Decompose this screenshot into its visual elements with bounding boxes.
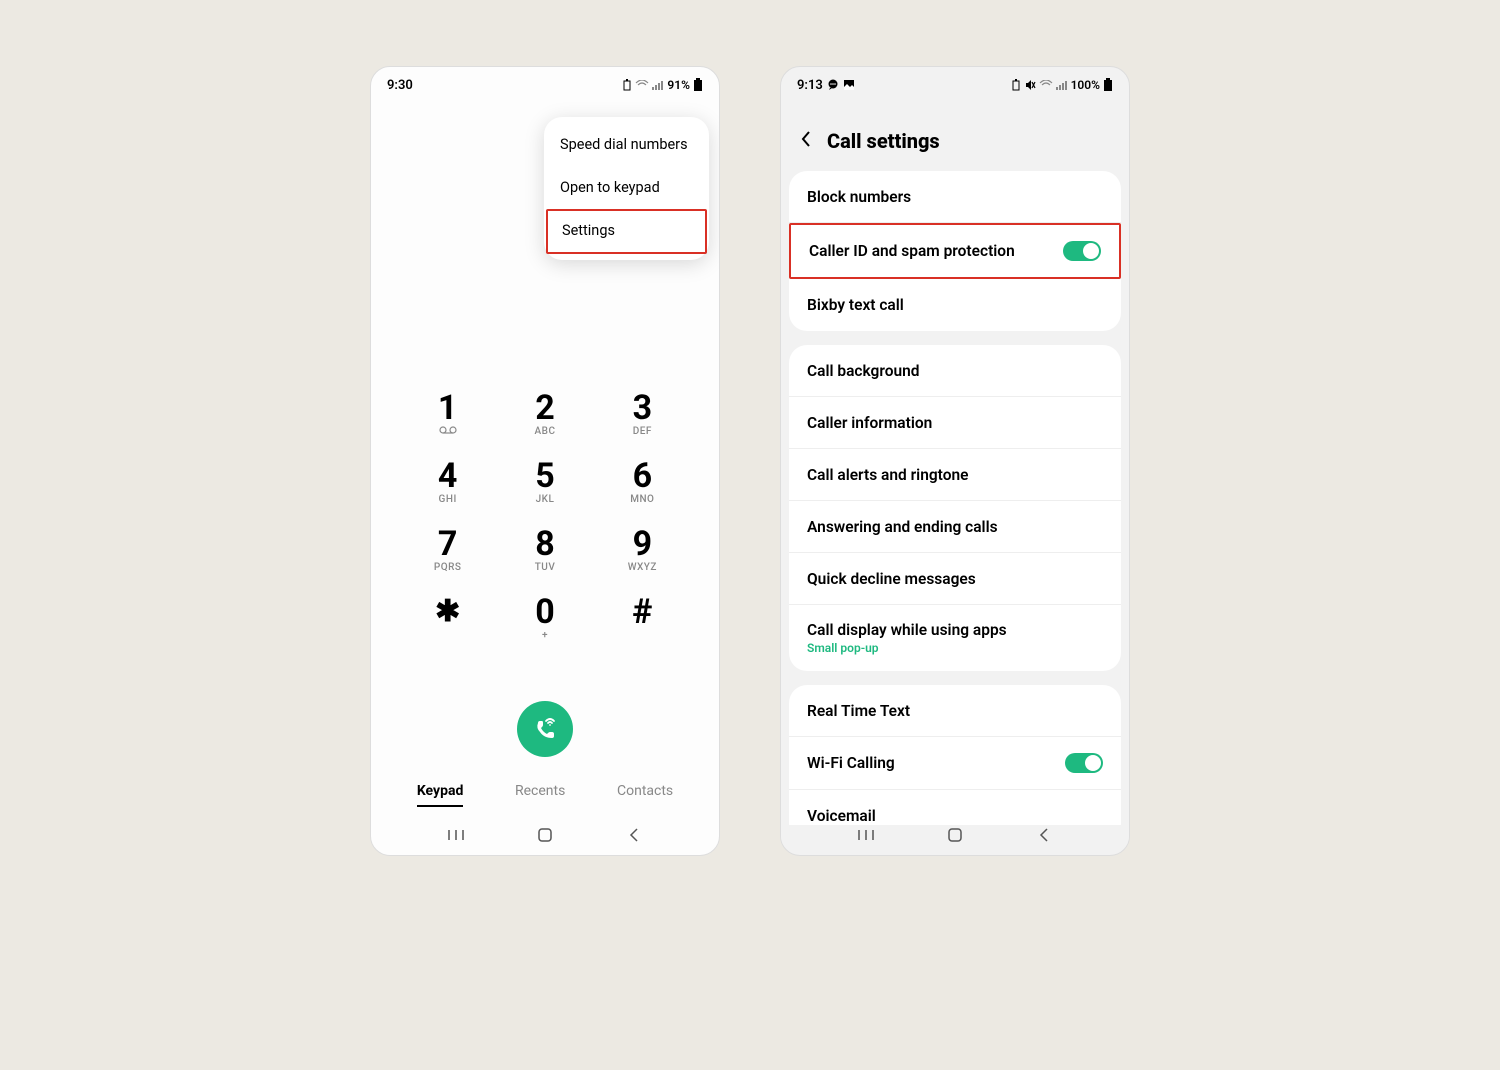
setting-quick-decline[interactable]: Quick decline messages: [789, 553, 1121, 605]
tab-recents[interactable]: Recents: [515, 777, 565, 807]
settings-section-3: Real Time Text Wi-Fi Calling Voicemail: [789, 685, 1121, 842]
wifi-icon: [635, 80, 649, 90]
battery-percent: 100%: [1071, 78, 1100, 92]
system-navbar: [781, 825, 1129, 845]
phone-wifi-icon: [531, 715, 559, 743]
key-3[interactable]: 3DEF: [594, 391, 691, 437]
dialer-keypad: 1 2ABC 3DEF 4GHI 5JKL 6MNO 7PQRS 8TUV 9W…: [371, 391, 719, 641]
mute-icon: [1024, 79, 1036, 91]
message-icon: [827, 79, 839, 91]
key-8[interactable]: 8TUV: [496, 527, 593, 573]
setting-block-numbers[interactable]: Block numbers: [789, 171, 1121, 223]
settings-section-2: Call background Caller information Call …: [789, 345, 1121, 671]
back-button[interactable]: [799, 130, 813, 152]
phone-dialer-screen: 9:30 91% Speed dial numbers Open to keyp…: [370, 66, 720, 856]
tab-keypad[interactable]: Keypad: [417, 777, 464, 807]
phone-settings-screen: 9:13 100% Call settings Block numbers Ca…: [780, 66, 1130, 856]
setting-subtext: Small pop-up: [807, 641, 1007, 655]
status-icons: 91%: [622, 78, 703, 92]
signal-icon: [1056, 80, 1068, 90]
setting-answering-ending[interactable]: Answering and ending calls: [789, 501, 1121, 553]
nav-back-icon[interactable]: [624, 825, 644, 845]
setting-bixby-text-call[interactable]: Bixby text call: [789, 279, 1121, 331]
key-5[interactable]: 5JKL: [496, 459, 593, 505]
nav-home-icon[interactable]: [535, 825, 555, 845]
call-button[interactable]: [517, 701, 573, 757]
system-navbar: [371, 825, 719, 845]
wifi-icon: [1039, 80, 1053, 90]
setting-call-alerts-ringtone[interactable]: Call alerts and ringtone: [789, 449, 1121, 501]
battery-saver-icon: [1011, 79, 1021, 91]
setting-real-time-text[interactable]: Real Time Text: [789, 685, 1121, 737]
settings-section-1: Block numbers Caller ID and spam protect…: [789, 171, 1121, 331]
key-star[interactable]: ✱: [399, 595, 496, 641]
key-0[interactable]: 0+: [496, 595, 593, 641]
toggle-wifi-calling[interactable]: [1065, 753, 1103, 773]
signal-icon: [652, 80, 664, 90]
nav-recents-icon[interactable]: [446, 825, 466, 845]
key-7[interactable]: 7PQRS: [399, 527, 496, 573]
page-title: Call settings: [827, 129, 940, 153]
tab-contacts[interactable]: Contacts: [617, 777, 673, 807]
setting-caller-information[interactable]: Caller information: [789, 397, 1121, 449]
setting-caller-id-spam[interactable]: Caller ID and spam protection: [789, 223, 1121, 279]
chevron-left-icon: [799, 130, 813, 148]
setting-wifi-calling[interactable]: Wi-Fi Calling: [789, 737, 1121, 790]
nav-back-icon[interactable]: [1034, 825, 1054, 845]
voicemail-icon: [439, 426, 457, 437]
key-hash[interactable]: #: [594, 595, 691, 641]
setting-call-background[interactable]: Call background: [789, 345, 1121, 397]
settings-header: Call settings: [781, 99, 1129, 171]
menu-speed-dial[interactable]: Speed dial numbers: [544, 123, 709, 166]
image-icon: [843, 79, 855, 91]
toggle-caller-id[interactable]: [1063, 241, 1101, 261]
key-2[interactable]: 2ABC: [496, 391, 593, 437]
battery-icon: [693, 78, 703, 92]
key-9[interactable]: 9WXYZ: [594, 527, 691, 573]
status-time: 9:30: [387, 78, 413, 93]
status-bar: 9:30 91%: [371, 71, 719, 99]
setting-call-display-apps[interactable]: Call display while using apps Small pop-…: [789, 605, 1121, 671]
battery-percent: 91%: [667, 78, 690, 92]
status-time: 9:13: [797, 78, 823, 93]
nav-recents-icon[interactable]: [856, 825, 876, 845]
battery-icon: [1103, 78, 1113, 92]
nav-home-icon[interactable]: [945, 825, 965, 845]
overflow-menu: Speed dial numbers Open to keypad Settin…: [544, 117, 709, 260]
key-6[interactable]: 6MNO: [594, 459, 691, 505]
bottom-tabs: Keypad Recents Contacts: [371, 777, 719, 807]
key-1[interactable]: 1: [399, 391, 496, 437]
battery-saver-icon: [622, 79, 632, 91]
menu-open-keypad[interactable]: Open to keypad: [544, 166, 709, 209]
status-icons: 100%: [1011, 78, 1113, 92]
settings-list[interactable]: Block numbers Caller ID and spam protect…: [781, 171, 1129, 856]
key-4[interactable]: 4GHI: [399, 459, 496, 505]
status-bar: 9:13 100%: [781, 71, 1129, 99]
menu-settings[interactable]: Settings: [546, 209, 707, 254]
